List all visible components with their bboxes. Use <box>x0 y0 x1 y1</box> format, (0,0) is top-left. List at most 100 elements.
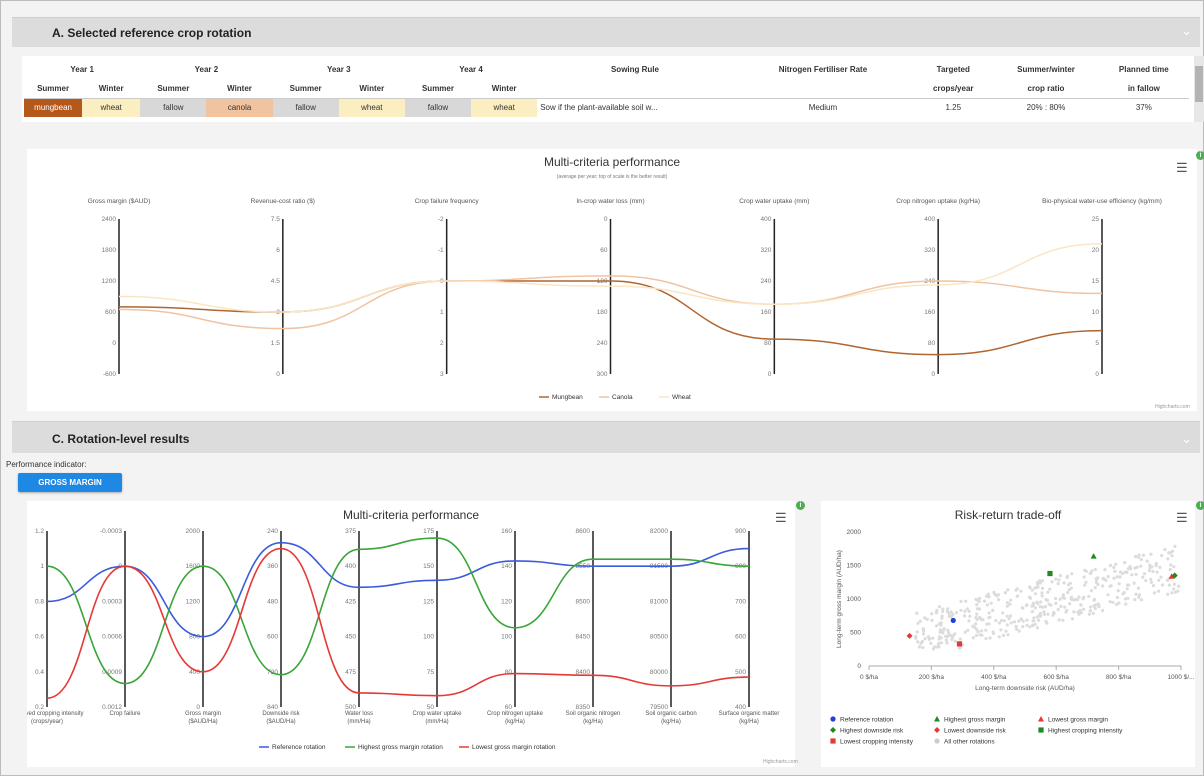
scatter-point-other <box>1003 591 1007 595</box>
scatter-point-other <box>923 616 927 620</box>
scatter-point-other <box>1145 559 1149 563</box>
chevron-down-icon[interactable]: ⌄ <box>1181 23 1192 39</box>
scrollbar-thumb[interactable] <box>1195 66 1203 102</box>
scatter-point-other <box>1033 586 1037 590</box>
tick-label: -2 <box>438 216 444 223</box>
nitrogen-header: Nitrogen Fertiliser Rate <box>778 64 868 74</box>
crop-cell[interactable]: fallow <box>272 98 339 117</box>
axis-label: Soil organic carbon (kg/Ha) <box>645 711 696 725</box>
scatter-point-other <box>1033 606 1037 610</box>
scatter-point-other <box>1032 616 1036 620</box>
tick-label: 700 <box>735 598 746 605</box>
scatter-point-other <box>1089 589 1093 593</box>
axis-label-line: (mm/Ha) <box>347 719 370 725</box>
scatter-point-other <box>1115 575 1119 579</box>
scatter-point-other <box>1132 581 1136 585</box>
tick-label: 140 <box>501 563 512 570</box>
tick-label: 1.2 <box>35 528 44 535</box>
nitrogen-value[interactable]: Medium <box>733 98 913 117</box>
scatter-point-other <box>1061 595 1065 599</box>
scatter-point-other <box>1031 623 1035 627</box>
scatter-point-other <box>951 612 955 617</box>
scatter-point-other <box>1008 614 1012 618</box>
axis-label: Crop nitrogen uptake (kg/Ha) <box>896 198 980 205</box>
scatter-point-other <box>1056 607 1060 612</box>
tick-label: 80 <box>928 340 936 347</box>
info-icon[interactable]: i <box>1196 501 1204 510</box>
tick-label: 400 <box>735 704 746 711</box>
legend-item: All other rotations <box>944 739 995 746</box>
scatter-point-other <box>1149 552 1153 556</box>
scatter-point-other <box>985 603 990 607</box>
scatter-point-other <box>1035 626 1039 630</box>
scatter-point-other <box>945 609 950 614</box>
scatter-point <box>1047 570 1053 577</box>
crop-cell[interactable]: mungbean <box>24 98 83 117</box>
scatter-point-other <box>1036 602 1040 606</box>
chevron-down-icon[interactable]: ⌄ <box>1181 431 1192 447</box>
scatter-point-other <box>1157 589 1161 593</box>
scatter-point-other <box>1057 618 1061 622</box>
info-icon[interactable]: i <box>796 501 805 510</box>
sowing-rule-value[interactable]: Sow if the plant-available soil w... <box>537 98 733 117</box>
tick-label: 375 <box>345 528 356 535</box>
season-header: Winter <box>471 79 538 99</box>
scatter-point-other <box>1151 569 1155 574</box>
gross-margin-button[interactable]: GROSS MARGIN <box>18 473 122 492</box>
scatter-point-other <box>1149 580 1153 584</box>
scatter-point-other <box>1015 594 1019 598</box>
scatter-point-other <box>1036 585 1040 589</box>
legend-item: Wheat <box>672 394 691 401</box>
crop-cell[interactable]: canola <box>206 98 273 117</box>
tick-label: 0 <box>112 340 116 347</box>
scatter-point-other <box>975 603 979 607</box>
targeted-header: Targeted <box>936 64 970 74</box>
crop-cell[interactable]: wheat <box>471 98 538 117</box>
scatter-point-other <box>1101 608 1105 613</box>
credits[interactable]: Highcharts.com <box>763 759 798 765</box>
fallow-value: 37% <box>1135 103 1152 113</box>
scatter-point-other <box>991 630 995 634</box>
crop-cell[interactable]: fallow <box>404 98 472 117</box>
season-header: Summer <box>272 79 339 99</box>
scatter-point-other <box>1030 588 1034 592</box>
scatter-point-other <box>1087 594 1091 598</box>
tick-label: 240 <box>267 528 278 535</box>
scatter-point-other <box>1062 581 1066 585</box>
scatter-point-other <box>1077 595 1081 599</box>
scatter-point-other <box>915 630 919 634</box>
tick-label: 0.2 <box>35 704 44 711</box>
scatter-point-other <box>1088 609 1093 613</box>
scatter-point-other <box>1017 629 1021 633</box>
info-icon[interactable]: i <box>1196 151 1204 160</box>
section-c-header[interactable]: C. Rotation-level results ⌄ <box>12 421 1200 453</box>
scatter-point-other <box>953 639 957 643</box>
credits[interactable]: Highcharts.com <box>1155 404 1190 410</box>
axis-label: Crop water uptake (mm/Ha) <box>412 711 462 725</box>
tick-label: 0.4 <box>35 669 44 676</box>
crop-cell[interactable]: fallow <box>140 98 207 117</box>
scatter-point <box>1090 553 1097 559</box>
tick-label: 3 <box>440 371 444 378</box>
tick-label: 400 $/ha <box>981 674 1007 681</box>
crop-cell[interactable]: wheat <box>338 98 405 117</box>
section-a-header[interactable]: A. Selected reference crop rotation ⌄ <box>12 17 1200 47</box>
table-scrollbar[interactable] <box>1194 56 1204 122</box>
scatter-point-other <box>1043 605 1047 609</box>
chart-c2-svg: 2000 1500 1000 500 0 0 $/ha 200 $/ha 400 $/ha 60… <box>830 529 1195 746</box>
ratio-value: 20% : 80% <box>1026 103 1066 113</box>
crop-cell[interactable]: wheat <box>82 98 141 117</box>
scatter-point-other <box>930 612 934 616</box>
tick-label: 0 <box>276 371 280 378</box>
scatter-point-other <box>1040 586 1045 590</box>
scatter-point-other <box>1054 601 1058 605</box>
scatter-point <box>950 617 956 624</box>
scatter-point-other <box>941 607 945 611</box>
axis-label-line: Crop water uptake <box>412 711 462 717</box>
scatter-point-other <box>1059 604 1063 608</box>
scatter-point-other <box>931 647 935 651</box>
legend-marker <box>934 738 940 744</box>
season-header: Summer <box>140 79 207 99</box>
scatter-point-other <box>987 616 991 620</box>
scatter-point-other <box>931 636 935 640</box>
